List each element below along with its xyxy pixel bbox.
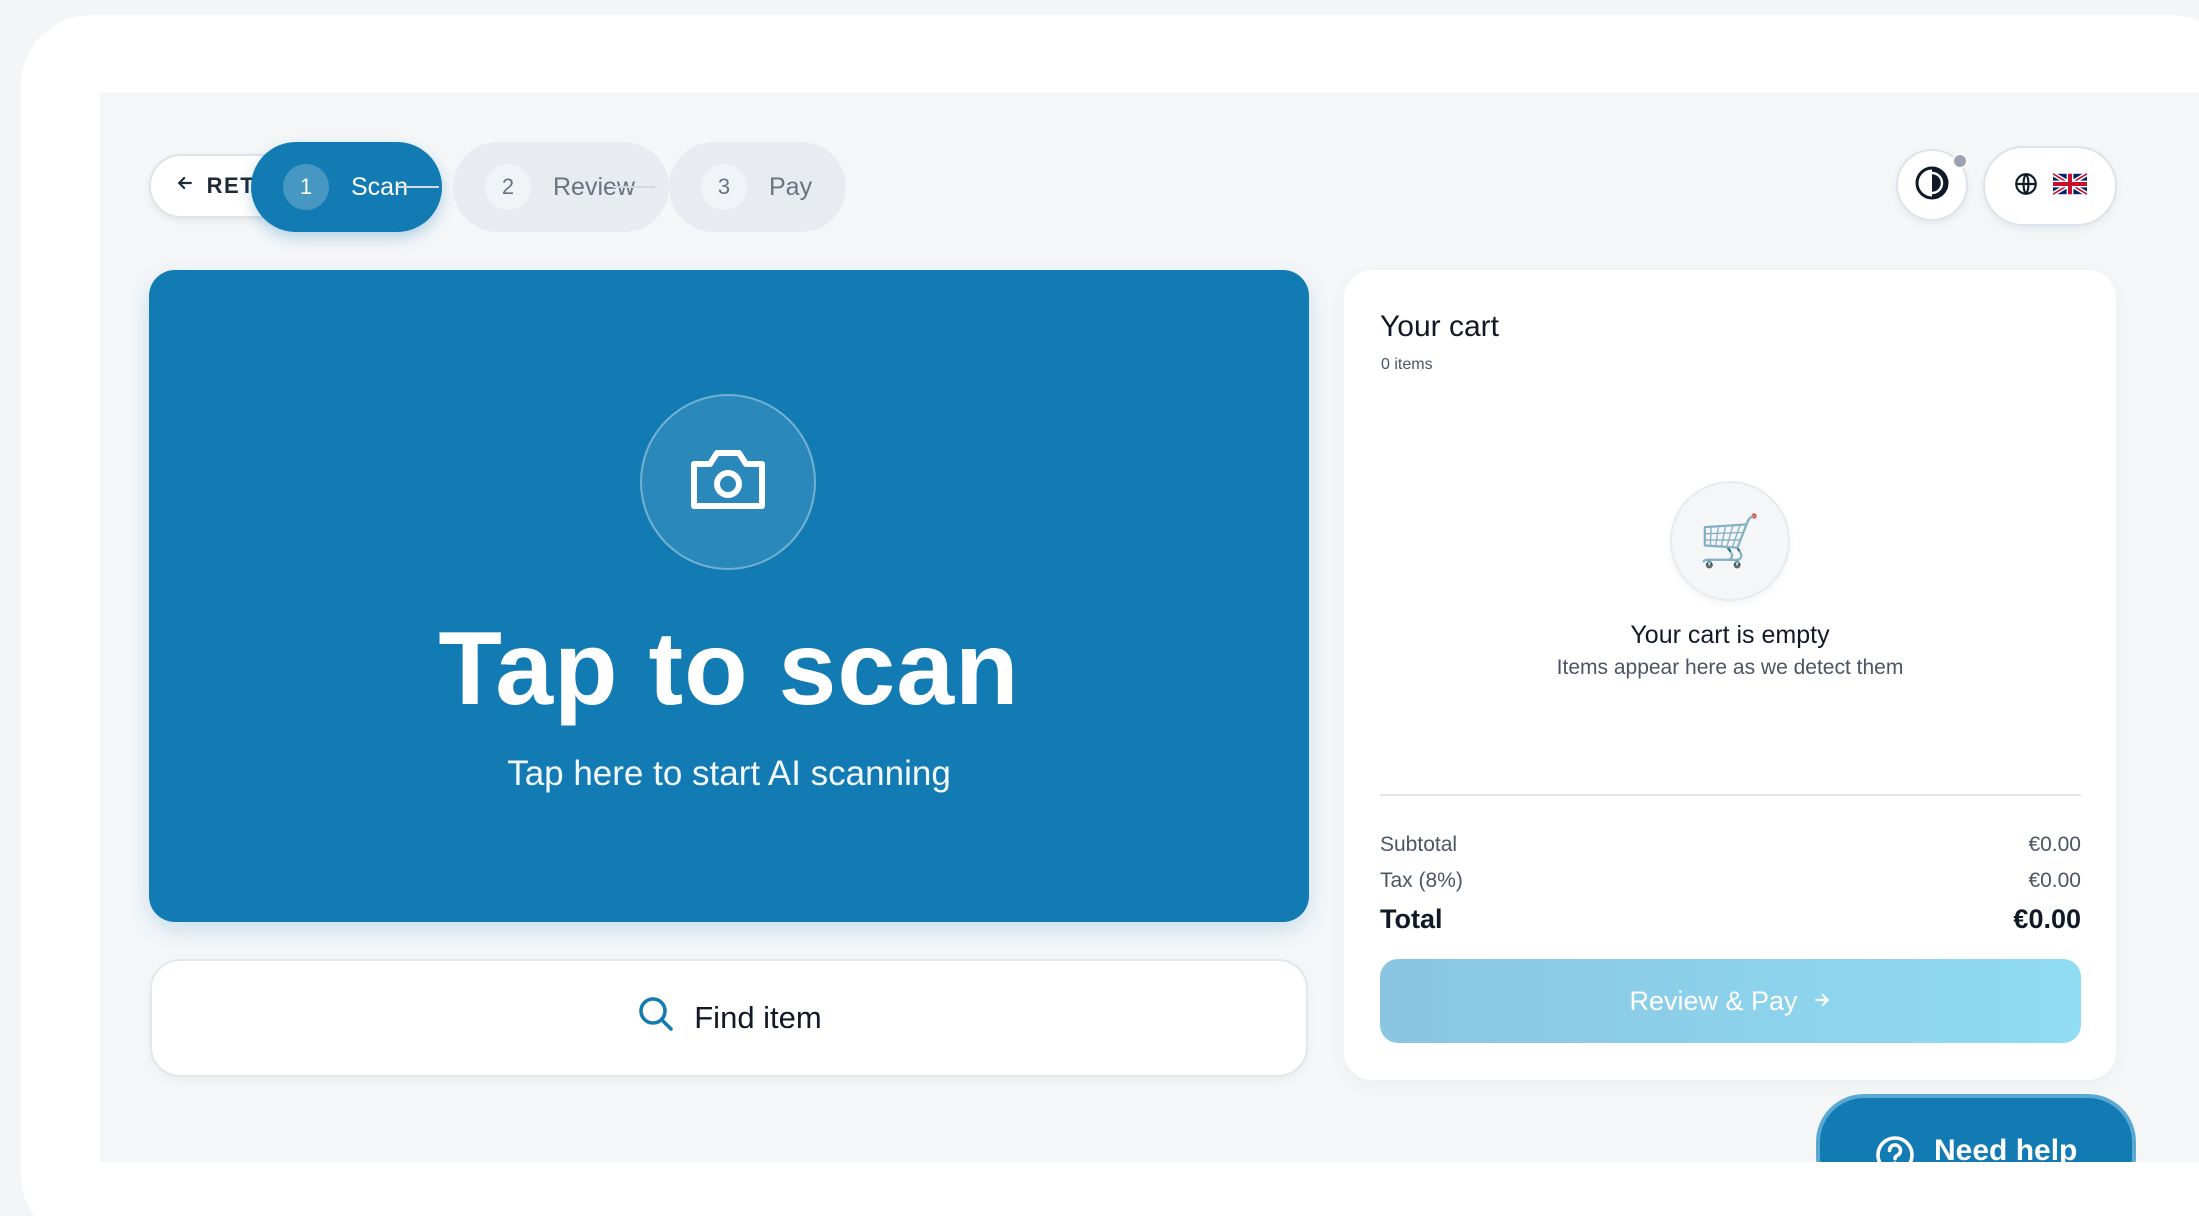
- step-number: 2: [485, 164, 531, 210]
- tax-label: Tax (8%): [1380, 869, 1463, 892]
- contrast-icon: [1914, 165, 1950, 206]
- kiosk-screen: RETURN 1 Scan 2 Review 3 Pay: [100, 93, 2199, 1162]
- arrow-left-icon: [175, 173, 195, 199]
- step-number: 1: [283, 164, 329, 210]
- total-label: Total: [1380, 904, 1443, 934]
- tap-to-scan-panel[interactable]: Tap to scan Tap here to start AI scannin…: [149, 270, 1309, 922]
- cart-title: Your cart: [1380, 310, 1499, 343]
- need-help-button[interactable]: Need help: [1816, 1094, 2136, 1162]
- camera-icon-circle: [640, 394, 816, 570]
- scan-subtitle: Tap here to start AI scanning: [507, 754, 951, 793]
- shopping-cart-icon: 🛒: [1698, 512, 1762, 569]
- arrow-right-icon: [1812, 986, 1832, 1017]
- step-label: Pay: [769, 172, 813, 201]
- notification-dot: [1952, 153, 1968, 169]
- step-connector: [613, 186, 655, 188]
- step-pay[interactable]: 3 Pay: [669, 142, 847, 232]
- total-value: €0.00: [2013, 904, 2081, 934]
- scan-title: Tap to scan: [438, 611, 1020, 727]
- subtotal-value: €0.00: [2028, 833, 2081, 856]
- total-row: Total €0.00: [1380, 904, 2081, 935]
- cart-icon: 🛒: [1670, 481, 1790, 601]
- divider: [1380, 794, 2081, 796]
- cart-item-count: 0 items: [1381, 356, 1433, 373]
- empty-cart-subtitle: Items appear here as we detect them: [1556, 656, 1904, 679]
- find-item-button[interactable]: Find item: [150, 959, 1308, 1077]
- review-and-pay-button[interactable]: Review & Pay: [1380, 959, 2081, 1043]
- cart-panel: Your cart 0 items 🛒 Your cart is empty I…: [1344, 270, 2116, 1080]
- step-number: 3: [701, 164, 747, 210]
- tax-row: Tax (8%) €0.00: [1380, 869, 2081, 893]
- help-circle-icon: [1874, 1134, 1916, 1162]
- globe-icon: [2013, 171, 2039, 202]
- empty-cart-title: Your cart is empty: [1630, 621, 1830, 649]
- subtotal-row: Subtotal €0.00: [1380, 833, 2081, 857]
- review-and-pay-label: Review & Pay: [1629, 985, 1798, 1016]
- need-help-label: Need help: [1934, 1134, 2078, 1162]
- uk-flag-icon: [2051, 171, 2089, 200]
- language-button[interactable]: [1983, 146, 2117, 226]
- tax-value: €0.00: [2028, 869, 2081, 892]
- search-icon: [636, 994, 676, 1042]
- step-connector: [397, 186, 439, 188]
- camera-icon: [686, 444, 770, 521]
- subtotal-label: Subtotal: [1380, 833, 1458, 856]
- find-item-label: Find item: [694, 1000, 822, 1035]
